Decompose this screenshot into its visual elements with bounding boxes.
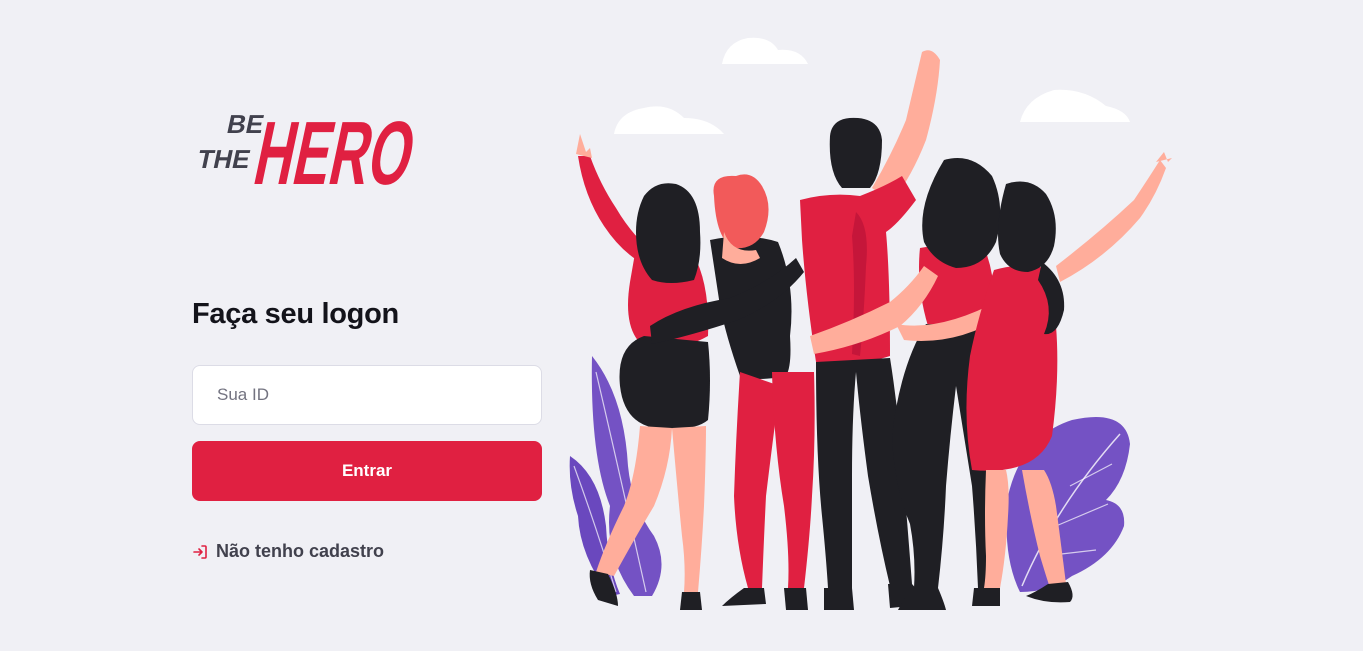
logo-the: THE [195, 144, 253, 174]
page-title: Faça seu logon [192, 298, 399, 330]
logon-form: Faça seu logon Entrar Não tenho cadastro [192, 294, 542, 565]
login-button[interactable]: Entrar [192, 441, 542, 501]
group-of-friends-illustration [569, 37, 1172, 610]
id-input[interactable] [192, 365, 542, 425]
be-the-hero-logo: BE THE HERO [195, 104, 424, 192]
register-link[interactable]: Não tenho cadastro [192, 541, 384, 562]
logo-hero: HERO [247, 104, 424, 192]
register-link-label: Não tenho cadastro [216, 541, 385, 561]
cloud-icon [614, 37, 1130, 134]
log-in-icon [193, 544, 207, 559]
